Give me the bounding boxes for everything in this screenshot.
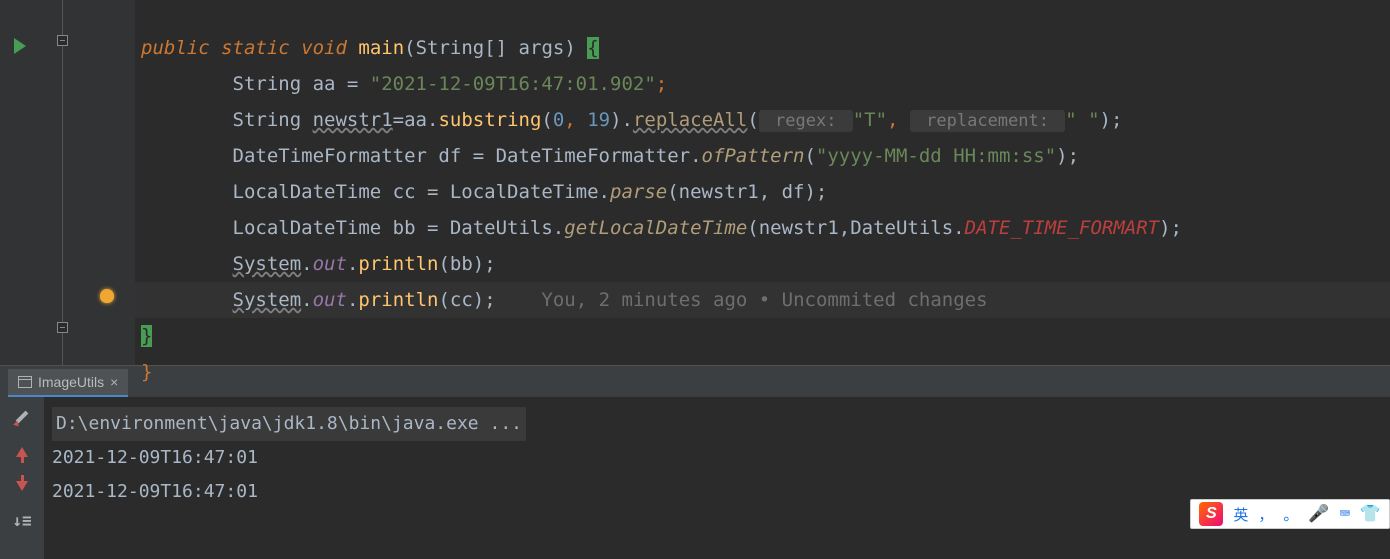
console-command-line: D:\environment\java\jdk1.8\bin\java.exe … (52, 407, 1382, 441)
parameter-hint-replacement: replacement: (910, 110, 1065, 132)
scroll-up-icon[interactable] (13, 443, 31, 461)
ime-punct-dot[interactable]: 。 (1283, 504, 1298, 525)
editor-gutter-icons (80, 0, 135, 365)
scroll-down-icon[interactable] (13, 477, 31, 495)
console-panel: ↓≡ D:\environment\java\jdk1.8\bin\java.e… (0, 397, 1390, 559)
window-icon (18, 376, 32, 388)
fold-collapse-icon[interactable] (57, 35, 68, 46)
tab-label: ImageUtils (38, 374, 104, 390)
code-line-10[interactable]: } (135, 354, 1390, 390)
parameter-hint-regex: regex: (759, 110, 853, 132)
tab-imageutils[interactable]: ImageUtils × (8, 369, 128, 397)
keyboard-icon[interactable]: ⌨ (1340, 504, 1350, 524)
code-line-7[interactable]: System.out.println(bb); (135, 246, 1390, 282)
edit-source-icon[interactable] (13, 409, 31, 427)
code-content[interactable]: public static void main(String[] args) {… (135, 0, 1390, 365)
code-editor[interactable]: public static void main(String[] args) {… (0, 0, 1390, 365)
code-line-2[interactable]: String aa = "2021-12-09T16:47:01.902"; (135, 66, 1390, 102)
shirt-icon[interactable]: 👕 (1360, 504, 1381, 524)
console-toolbar: ↓≡ (0, 397, 44, 559)
code-line-5[interactable]: LocalDateTime cc = LocalDateTime.parse(n… (135, 174, 1390, 210)
run-gutter-icon[interactable] (14, 38, 26, 54)
fold-collapse-icon[interactable] (57, 322, 68, 333)
microphone-icon[interactable]: 🎤 (1308, 504, 1329, 524)
editor-gutter-fold (45, 0, 80, 365)
code-line-3[interactable]: String newstr1=aa.substring(0, 19).repla… (135, 102, 1390, 138)
code-line-4[interactable]: DateTimeFormatter df = DateTimeFormatter… (135, 138, 1390, 174)
soft-wrap-icon[interactable]: ↓≡ (13, 511, 31, 529)
ime-lang-indicator[interactable]: 英 (1233, 504, 1248, 525)
console-output[interactable]: D:\environment\java\jdk1.8\bin\java.exe … (44, 397, 1390, 559)
git-blame-annotation: You, 2 minutes ago • Uncommited changes (496, 289, 988, 311)
sogou-logo-icon[interactable]: S (1199, 502, 1223, 526)
console-output-line: 2021-12-09T16:47:01 (52, 441, 1382, 475)
code-line-9[interactable]: } (135, 318, 1390, 354)
close-tab-icon[interactable]: × (110, 374, 118, 390)
intention-bulb-icon[interactable] (100, 289, 114, 303)
ime-punct-comma[interactable]: ， (1258, 504, 1273, 525)
code-line-8-current[interactable]: System.out.println(cc); You, 2 minutes a… (135, 282, 1390, 318)
editor-gutter-run (0, 0, 45, 365)
ime-toolbar[interactable]: S 英 ， 。 🎤 ⌨ 👕 (1190, 499, 1390, 529)
console-output-line: 2021-12-09T16:47:01 (52, 475, 1382, 509)
code-line-6[interactable]: LocalDateTime bb = DateUtils.getLocalDat… (135, 210, 1390, 246)
code-line-1[interactable]: public static void main(String[] args) { (135, 30, 1390, 66)
